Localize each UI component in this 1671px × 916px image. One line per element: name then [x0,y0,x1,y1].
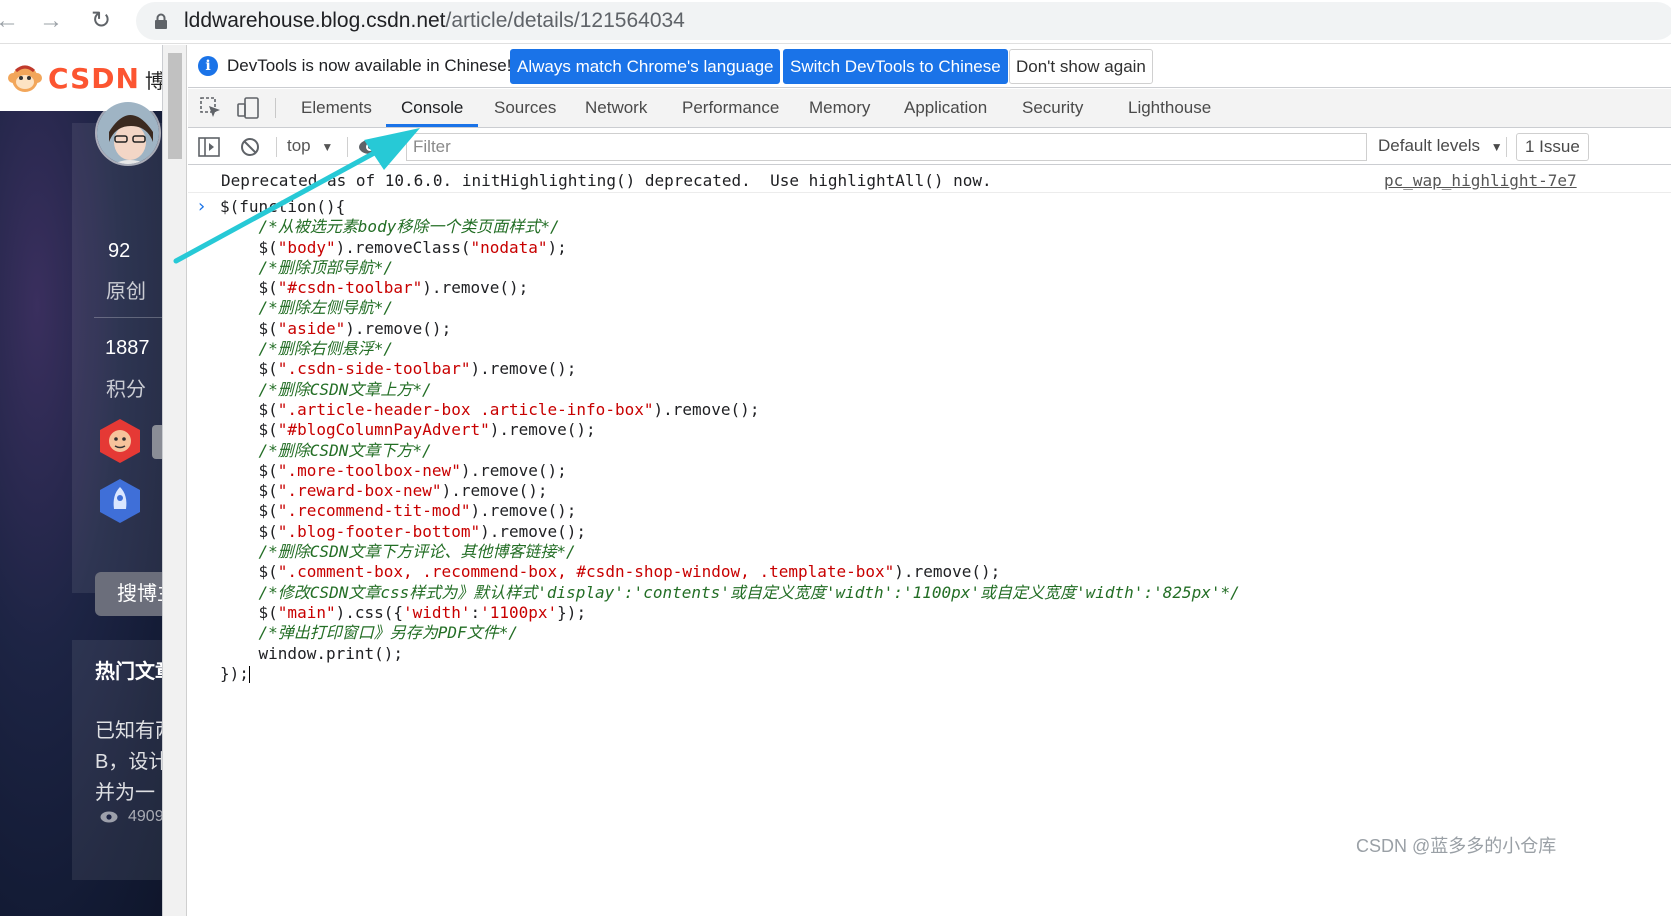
views-number: 4909 [128,808,164,825]
code-line: $("#blogColumnPayAdvert").remove(); [220,420,596,440]
code-line: $(".comment-box, .recommend-box, #csdn-s… [220,562,1001,582]
views-count: 4909 [100,808,164,826]
url-host: lddwarehouse.blog.csdn.net [184,9,446,32]
info-icon: i [198,56,218,76]
infobar-message: DevTools is now available in Chinese! [227,56,512,75]
code-line: /*删除右侧悬浮*/ [258,339,394,359]
code-line: /*删除CSDN文章下方评论、其他博客链接*/ [258,542,576,562]
scrollbar-thumb[interactable] [168,53,182,159]
code-line: }); [220,663,250,683]
url-text[interactable]: lddwarehouse.blog.csdn.net/article/detai… [184,8,685,34]
always-match-language-button[interactable]: Always match Chrome's language [510,49,781,84]
tab-separator [275,98,276,118]
code-line: /*删除顶部导航*/ [258,257,394,277]
code-line: /*修改CSDN文章css样式为》默认样式'display':'contents… [258,582,1240,602]
hot-article-line[interactable]: 并为一 [95,776,155,805]
console-sidebar-icon[interactable] [198,137,220,157]
tab-network[interactable]: Network [585,89,647,127]
code-line: /*删除CSDN文章上方*/ [258,379,432,399]
eye-icon [100,811,118,823]
tab-performance[interactable]: Performance [682,89,779,127]
monkey-badge-icon[interactable] [98,417,142,465]
console-input-code[interactable]: $(function(){ /*从被选元素body移除一个类页面样式*/ $("… [220,197,1240,684]
levels-value: Default levels [1378,136,1481,155]
clear-console-icon[interactable] [240,137,260,157]
toolbar-separator [1506,137,1507,157]
code-line: $(".more-toolbox-new").remove(); [220,460,567,480]
code-line: $(".recommend-tit-mod").remove(); [220,501,577,521]
hot-article-line[interactable]: B，设计 [95,745,168,774]
url-path: /article/details/121564034 [445,9,685,32]
code-line: $(".blog-footer-bottom").remove(); [220,521,587,541]
code-line: $("#csdn-toolbar").remove(); [220,278,529,298]
console-prompt-chevron-icon: › [196,196,207,217]
code-line: $(".article-header-box .article-info-box… [220,399,760,419]
js-context-select[interactable]: top ▼ [287,136,333,156]
tab-elements[interactable]: Elements [301,89,372,127]
toolbar-separator [276,137,277,157]
chevron-down-icon: ▼ [1490,140,1503,154]
switch-to-chinese-button[interactable]: Switch DevTools to Chinese [783,49,1008,84]
console-message-source-link[interactable]: pc_wap_highlight-7e7 [1384,171,1577,190]
console-toolbar: top ▼ Default levels ▼ 1 Issue [188,129,1671,165]
toolbar-separator [347,137,348,157]
console-message: Deprecated as of 10.6.0. initHighlightin… [188,166,1671,193]
tab-console[interactable]: Console [401,89,463,127]
code-line: $(function(){ [220,197,346,216]
reload-icon[interactable]: ↻ [84,4,118,38]
avatar[interactable] [95,100,161,166]
tab-lighthouse[interactable]: Lighthouse [1128,89,1211,127]
original-count[interactable]: 92 [108,240,130,263]
watermark: CSDN @蓝多多的小仓库 [1356,836,1557,856]
device-toggle-icon[interactable] [236,96,260,120]
issues-button[interactable]: 1 Issue [1516,133,1589,161]
code-line: /*删除左侧导航*/ [258,298,394,318]
code-line: /*弹出打印窗口》另存为PDF文件*/ [258,623,518,643]
screenshot: ← → ↻ lddwarehouse.blog.csdn.net/article… [0,0,1671,916]
page-scrollbar[interactable] [163,45,187,916]
forward-arrow-icon[interactable]: → [34,4,68,38]
live-expression-eye-icon[interactable] [358,139,382,155]
inspect-element-icon[interactable] [200,97,222,119]
text-cursor [248,665,250,683]
code-line: $("aside").remove(); [220,318,452,338]
csdn-header: CSDN 博 [0,45,185,111]
points-count[interactable]: 1887 [105,337,150,360]
code-line: $(".csdn-side-toolbar").remove(); [220,359,577,379]
badge-partial [152,425,162,459]
rocket-badge-icon[interactable] [98,477,142,525]
context-value: top [287,136,311,155]
points-label: 积分 [106,379,146,401]
chevron-down-icon: ▼ [321,140,334,154]
dont-show-again-button[interactable]: Don't show again [1009,49,1153,84]
tab-security[interactable]: Security [1022,89,1083,127]
address-bar[interactable]: lddwarehouse.blog.csdn.net/article/detai… [136,2,1671,40]
back-arrow-icon[interactable]: ← [0,4,24,38]
code-line: window.print(); [220,643,404,663]
code-line: /*删除CSDN文章下方*/ [258,440,432,460]
log-levels-select[interactable]: Default levels ▼ [1378,136,1503,156]
active-tab-indicator [386,124,478,127]
language-infobar: i DevTools is now available in Chinese! … [188,45,1671,88]
original-label: 原创 [106,281,146,303]
monkey-logo-icon [8,65,42,92]
code-line: /*从被选元素body移除一个类页面样式*/ [258,217,560,237]
csdn-logo-text: CSDN [48,61,140,95]
browser-toolbar: ← → ↻ lddwarehouse.blog.csdn.net/article… [0,0,1671,44]
code-line: $("main").css({'width':'1100px'}); [220,602,587,622]
lock-icon[interactable] [154,13,168,29]
csdn-logo[interactable]: CSDN [8,61,140,95]
tab-sources[interactable]: Sources [494,89,556,127]
devtools-tab-bar: Elements Console Sources Network Perform… [188,89,1671,128]
code-line: $(".reward-box-new").remove(); [220,481,548,501]
code-line: $("body").removeClass("nodata"); [220,237,567,257]
tab-memory[interactable]: Memory [809,89,870,127]
console-message-text: Deprecated as of 10.6.0. initHighlightin… [221,171,992,190]
console-filter-input[interactable] [406,133,1367,161]
tab-application[interactable]: Application [904,89,987,127]
